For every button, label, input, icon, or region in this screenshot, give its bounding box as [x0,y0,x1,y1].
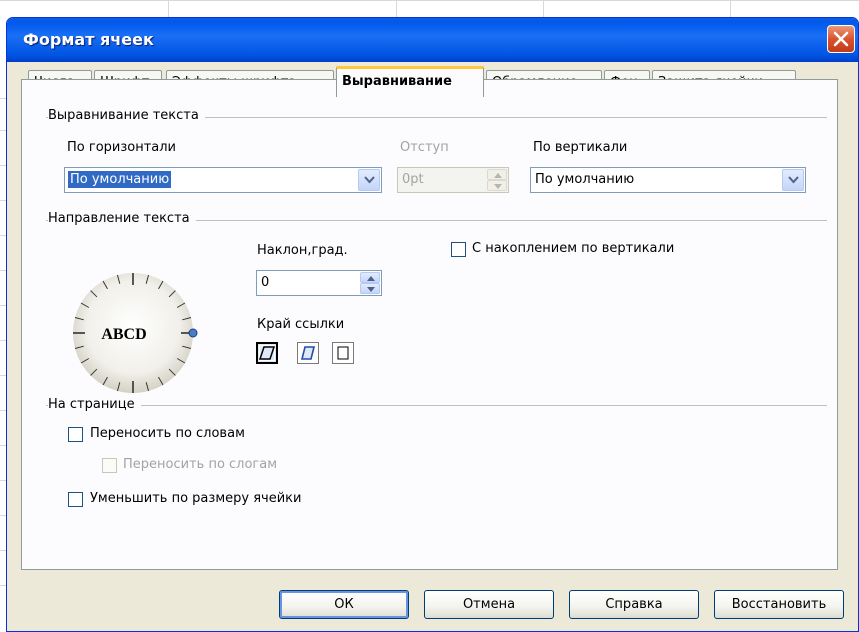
wrap-words-label: Переносить по словам [90,426,245,441]
text-direction-section-title: Направление текста [48,211,196,226]
ok-button-label: ОК [334,597,354,612]
vertical-dropdown-button[interactable] [782,169,804,191]
tab-label: Выравнивание [342,74,452,89]
reference-edge-inside-button[interactable] [332,342,354,364]
horizontal-dropdown-button[interactable] [358,169,380,191]
ok-button[interactable]: ОК [279,590,409,619]
hyphenation-checkbox[interactable] [102,458,117,473]
arrow-down-icon [367,287,375,292]
arrow-up-icon [494,173,502,178]
dial-sample-text: ABCD [101,326,146,343]
cancel-button-label: Отмена [462,597,516,612]
grid-line [730,0,731,17]
rotation-dial[interactable]: ABCD [58,258,208,408]
grid-line [396,0,397,17]
page-section-title: На странице [48,397,141,412]
arrow-up-icon [367,276,375,281]
angle-value: 0 [261,275,270,290]
vertical-alignment-select[interactable]: По умолчанию [530,167,806,193]
chevron-down-icon [364,176,375,184]
close-button[interactable] [827,25,855,53]
close-icon [833,31,849,47]
reset-button[interactable]: Восстановить [714,590,844,619]
wrap-words-checkbox[interactable] [68,427,83,442]
angle-label: Наклон,град. [257,243,348,258]
angle-spin-buttons [360,272,380,294]
text-alignment-section-title: Выравнивание текста [48,108,205,123]
help-button-label: Справка [605,597,663,612]
help-button[interactable]: Справка [569,590,699,619]
parallelogram-bottom-icon [258,346,276,360]
reference-edge-bottom-button[interactable] [256,342,278,364]
grid-line [543,0,544,17]
cancel-button[interactable]: Отмена [424,590,554,619]
indent-value: 0pt [402,172,424,187]
shrink-to-fit-checkbox[interactable] [68,492,83,507]
stacked-vertical-checkbox[interactable] [451,242,466,257]
tab-alignment[interactable]: Выравнивание [336,66,484,97]
hyphenation-label: Переносить по слогам [123,457,278,472]
indent-spin-down[interactable] [487,180,507,191]
dialog-titlebar[interactable]: Формат ячеек [7,18,858,62]
angle-spin-down[interactable] [360,283,380,294]
horizontal-label: По горизонтали [67,140,177,155]
chevron-down-icon [788,176,799,184]
dialog-title: Формат ячеек [23,30,154,49]
rectangle-icon [337,346,349,360]
angle-spin-up[interactable] [360,272,380,283]
vertical-alignment-value: По умолчанию [535,172,635,187]
section-divider [46,405,827,406]
horizontal-alignment-select[interactable]: По умолчанию [64,167,382,193]
vertical-label: По вертикали [533,140,628,155]
reset-button-label: Восстановить [731,597,827,612]
parallelogram-top-icon [300,346,316,360]
arrow-down-icon [494,184,502,189]
horizontal-alignment-value: По умолчанию [68,171,172,188]
stacked-vertical-label: С накоплением по вертикали [472,241,675,256]
indent-spinbox[interactable]: 0pt [397,167,509,193]
indent-spin-up[interactable] [487,169,507,180]
reference-edge-label: Край ссылки [257,317,345,332]
reference-edge-top-button[interactable] [297,342,319,364]
grid-line [168,0,169,17]
indent-label: Отступ [400,140,449,155]
shrink-to-fit-label: Уменьшить по размеру ячейки [90,491,302,506]
angle-spinbox[interactable]: 0 [256,270,382,296]
dial-handle[interactable] [188,328,198,338]
indent-spin-buttons [487,169,507,191]
